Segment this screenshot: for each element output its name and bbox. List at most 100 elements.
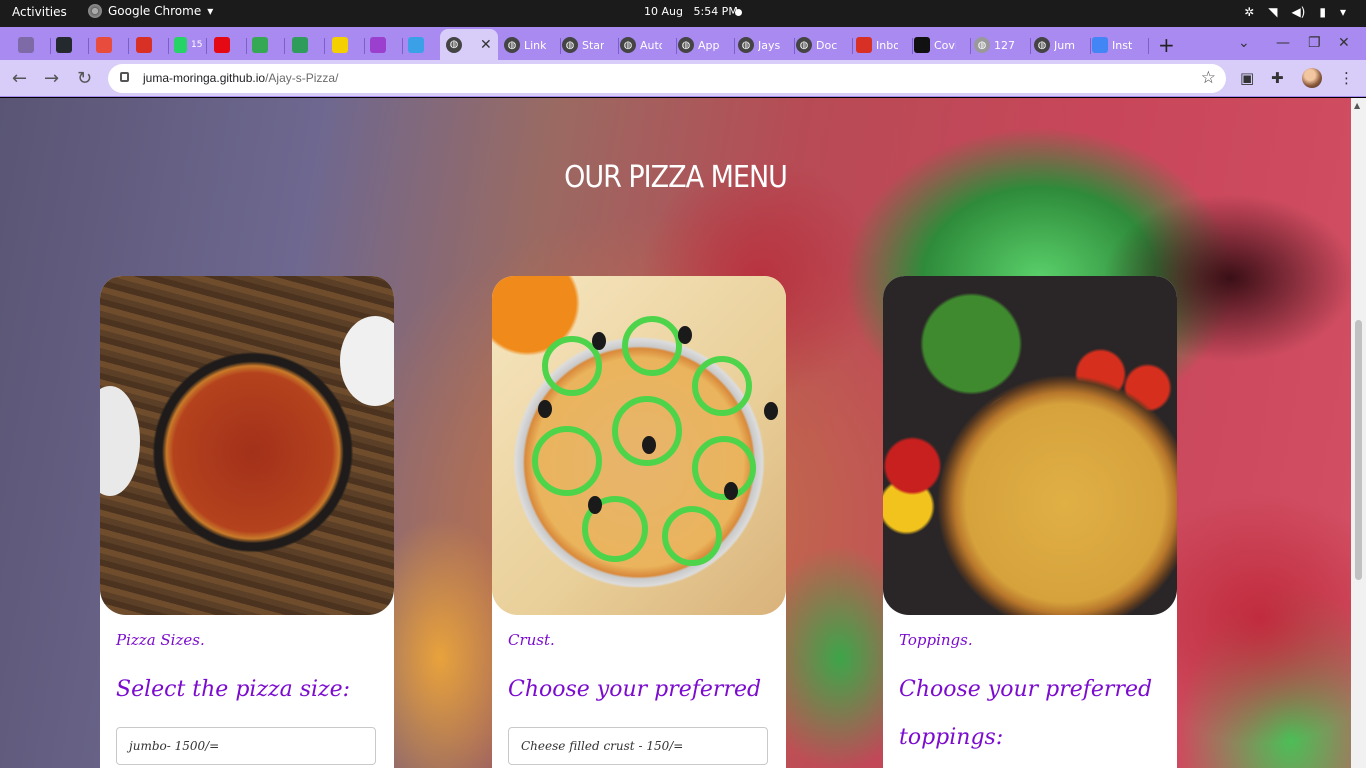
close-window-icon[interactable]: ✕	[1338, 35, 1350, 51]
clock[interactable]: 10 Aug 5:54 PM	[644, 5, 738, 18]
more-menu-icon[interactable]: ⋮	[1339, 69, 1354, 87]
tab-separator	[970, 38, 971, 54]
browser-tab[interactable]	[370, 31, 403, 59]
card-prompt: Select the pizza size:	[116, 677, 351, 702]
forward-arrow-icon[interactable]: →	[44, 68, 59, 89]
scrollbar-thumb[interactable]	[1355, 320, 1362, 580]
chevron-down-icon: ▾	[207, 4, 214, 18]
browser-tab[interactable]	[18, 31, 51, 59]
address-bar[interactable]: juma-moringa.github.io/Ajay-s-Pizza/ ☆	[108, 64, 1226, 93]
reload-icon[interactable]: ↻	[77, 68, 92, 89]
browser-tab[interactable]: Inbo	[856, 31, 913, 59]
browser-tab[interactable]: ◍ Appl	[678, 31, 735, 59]
browser-tab[interactable]: ◍ Star	[562, 31, 619, 59]
app-menu[interactable]: Google Chrome ▾	[88, 4, 213, 18]
browser-tab[interactable]	[96, 31, 129, 59]
app-icon	[96, 37, 112, 53]
page-title: OUR PIZZA MENU	[564, 160, 788, 195]
pepper-ring	[532, 426, 602, 496]
tab-separator	[1090, 38, 1091, 54]
card-caption: Toppings.	[899, 631, 973, 649]
tab-label: Appl	[698, 38, 720, 52]
olive	[764, 402, 778, 420]
bookmark-star-icon[interactable]: ☆	[1201, 68, 1216, 88]
new-tab-button[interactable]: +	[1158, 33, 1175, 57]
tab-separator	[284, 38, 285, 54]
browser-tab[interactable]	[292, 31, 325, 59]
olive	[592, 332, 606, 350]
tab-search-icon[interactable]: ⌄	[1238, 35, 1250, 51]
browser-tab[interactable]: Covi	[914, 31, 971, 59]
back-arrow-icon[interactable]: ←	[12, 68, 27, 89]
tab-separator	[794, 38, 795, 54]
power-menu-icon[interactable]: ▾	[1340, 5, 1346, 19]
browser-tab[interactable]: ◍ 127.	[974, 31, 1031, 59]
browser-tab[interactable]	[252, 31, 285, 59]
netflix-icon	[214, 37, 230, 53]
tab-separator	[246, 38, 247, 54]
google-icon	[1092, 37, 1108, 53]
tab-separator	[206, 38, 207, 54]
activities-button[interactable]: Activities	[12, 5, 67, 19]
url-path: /Ajay-s-Pizza/	[265, 71, 339, 85]
scroll-up-icon[interactable]: ▲	[1354, 101, 1360, 110]
profile-avatar[interactable]	[1302, 68, 1322, 88]
puzzle-extensions-icon[interactable]: ✚	[1271, 69, 1284, 87]
tab-separator	[1030, 38, 1031, 54]
tab-label: Link	[524, 38, 546, 52]
crust-select[interactable]: Cheese filled crust - 150/=	[508, 727, 768, 765]
close-tab-icon[interactable]: ✕	[480, 37, 492, 53]
browser-tab[interactable]	[56, 31, 89, 59]
menu-card-toppings: Toppings. Choose your preferred toppings…	[883, 276, 1177, 768]
video-icon	[408, 37, 424, 53]
browser-tab[interactable]: ◍ Docu	[796, 31, 853, 59]
toppings-pizza-image	[883, 276, 1177, 615]
date-label: 10 Aug	[644, 5, 683, 18]
battery-icon[interactable]: ▮	[1319, 5, 1326, 19]
gmail-icon	[856, 37, 872, 53]
browser-tab[interactable]: ◍ Link	[504, 31, 561, 59]
wifi-icon[interactable]: ◥	[1268, 5, 1277, 19]
globe-icon: ◍	[678, 37, 694, 53]
olive	[642, 436, 656, 454]
restore-icon[interactable]: ❐	[1308, 35, 1321, 51]
tab-separator	[1148, 38, 1149, 54]
extension-icon[interactable]: ▣	[1240, 69, 1254, 87]
github-icon	[56, 37, 72, 53]
browser-tab[interactable]	[408, 31, 441, 59]
globe-icon: ◍	[504, 37, 520, 53]
browser-tab[interactable]	[332, 31, 365, 59]
slack-icon[interactable]: ✲	[1244, 5, 1254, 19]
lock-icon[interactable]	[120, 72, 129, 82]
browser-tab[interactable]	[214, 31, 247, 59]
url-text[interactable]: juma-moringa.github.io/Ajay-s-Pizza/	[143, 71, 338, 85]
size-select[interactable]: jumbo- 1500/=	[116, 727, 376, 765]
pepper-ring	[622, 316, 682, 376]
url-host: juma-moringa.github.io	[143, 71, 266, 85]
whatsapp-icon	[174, 37, 187, 53]
browser-tab[interactable]: ◍ ✕	[440, 29, 498, 60]
time-label: 5:54 PM	[693, 5, 738, 18]
tab-separator	[734, 38, 735, 54]
olive	[538, 400, 552, 418]
page-viewport: OUR PIZZA MENU Pizza Sizes. Select the p…	[0, 98, 1351, 768]
tab-label: 127.	[994, 38, 1016, 52]
globe-icon: ◍	[562, 37, 578, 53]
pepper-ring	[692, 356, 752, 416]
tab-label: Star	[582, 38, 604, 52]
card-caption: Crust.	[508, 631, 555, 649]
tab-separator	[88, 38, 89, 54]
system-tray[interactable]: ✲ ◥ ◀) ▮ ▾	[1244, 5, 1346, 19]
veggie-pizza-image	[492, 276, 786, 615]
minimize-icon[interactable]: —	[1276, 35, 1290, 51]
menu-card-crust: Crust. Choose your preferred crust: Chee…	[492, 276, 786, 768]
browser-tab[interactable]: ◍ Jays	[738, 31, 795, 59]
browser-tab[interactable]: ◍ Jum	[1034, 31, 1091, 59]
browser-tab[interactable]: ◍ Auto	[620, 31, 677, 59]
browser-tab[interactable]: Inst	[1092, 31, 1149, 59]
pin-icon	[18, 37, 34, 53]
browser-tab[interactable]	[136, 31, 169, 59]
browser-tab[interactable]: 15	[174, 31, 207, 59]
page-scrollbar[interactable]: ▲	[1351, 98, 1366, 768]
volume-icon[interactable]: ◀)	[1291, 5, 1305, 19]
